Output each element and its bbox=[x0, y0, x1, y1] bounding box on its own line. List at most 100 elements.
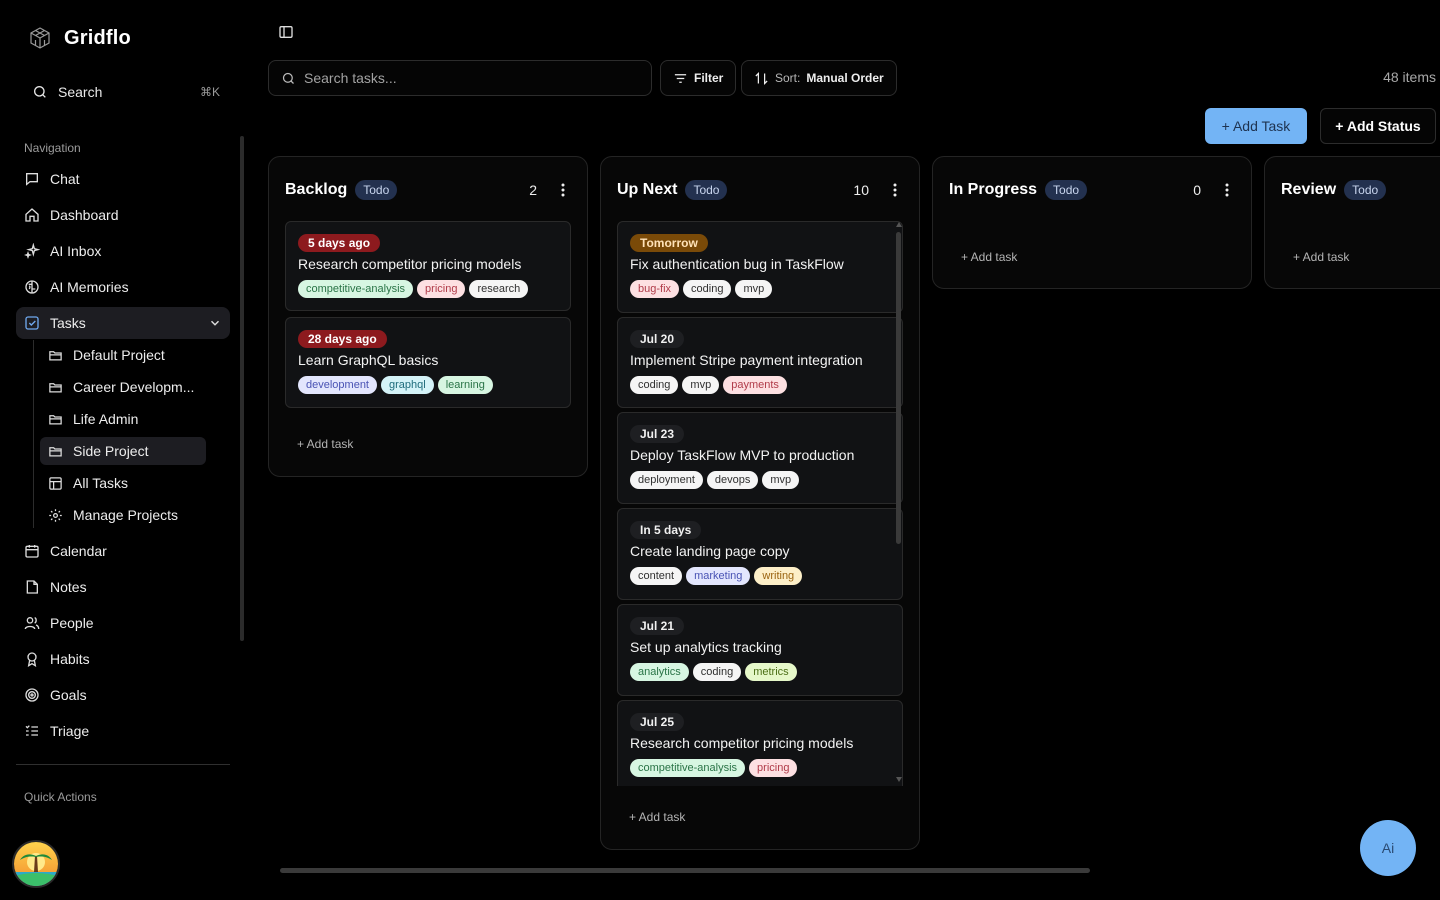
more-vertical-icon[interactable] bbox=[887, 183, 903, 197]
tag[interactable]: payments bbox=[723, 376, 787, 394]
sidebar-item-chat[interactable]: Chat bbox=[16, 163, 230, 195]
task-list[interactable]: Tomorrow Fix authentication bug in TaskF… bbox=[601, 221, 921, 786]
column-title: In Progress bbox=[949, 181, 1038, 198]
sidebar-toggle-icon[interactable] bbox=[278, 24, 294, 40]
sidebar-item-habits[interactable]: Habits bbox=[16, 643, 230, 675]
sidebar-item-goals[interactable]: Goals bbox=[16, 679, 230, 711]
brand[interactable]: Gridflo bbox=[28, 26, 131, 50]
sidebar-item-career-development[interactable]: Career Developm... bbox=[40, 373, 206, 401]
sidebar-subitem-label: Manage Projects bbox=[73, 507, 179, 523]
filter-button[interactable]: Filter bbox=[660, 60, 737, 96]
table-icon bbox=[48, 476, 63, 491]
sidebar-item-people[interactable]: People bbox=[16, 607, 230, 639]
sidebar-scrollbar[interactable] bbox=[240, 136, 244, 641]
tag[interactable]: deployment bbox=[630, 471, 703, 489]
add-task-link[interactable]: + Add task bbox=[1293, 250, 1349, 264]
tag[interactable]: mvp bbox=[735, 280, 773, 298]
tag[interactable]: coding bbox=[683, 280, 732, 298]
folder-icon bbox=[48, 380, 63, 395]
sidebar-item-tasks[interactable]: Tasks bbox=[16, 307, 230, 339]
sidebar-item-label: Goals bbox=[50, 687, 87, 703]
award-icon bbox=[24, 651, 40, 667]
status-badge[interactable]: Todo bbox=[685, 180, 728, 200]
tag[interactable]: competitive-analysis bbox=[630, 759, 746, 777]
tag[interactable]: research bbox=[469, 280, 529, 298]
add-status-button[interactable]: + Add Status bbox=[1320, 108, 1436, 144]
sidebar-item-notes[interactable]: Notes bbox=[16, 571, 230, 603]
add-task-link[interactable]: + Add task bbox=[297, 437, 353, 451]
tag[interactable]: writing bbox=[754, 567, 803, 585]
column-scrollbar[interactable] bbox=[896, 232, 901, 544]
tag[interactable]: pricing bbox=[749, 759, 798, 777]
column-count: 10 bbox=[853, 182, 869, 198]
chat-icon bbox=[24, 171, 40, 187]
task-card[interactable]: Tomorrow Fix authentication bug in TaskF… bbox=[617, 221, 903, 313]
add-task-link[interactable]: + Add task bbox=[961, 250, 1017, 264]
more-vertical-icon[interactable] bbox=[1219, 183, 1235, 197]
board-horizontal-scrollbar[interactable] bbox=[280, 868, 1090, 873]
tag[interactable]: analytics bbox=[630, 663, 689, 681]
task-card[interactable]: Jul 21 Set up analytics tracking analyti… bbox=[617, 604, 903, 696]
people-icon bbox=[24, 615, 40, 631]
sidebar-item-ai-memories[interactable]: AI Memories bbox=[16, 271, 230, 303]
folder-icon bbox=[48, 412, 63, 427]
items-count: 48 items bbox=[1383, 69, 1436, 85]
status-badge[interactable]: Todo bbox=[355, 180, 398, 200]
add-task-button[interactable]: + Add Task bbox=[1205, 108, 1307, 144]
task-card[interactable]: In 5 days Create landing page copy conte… bbox=[617, 508, 903, 600]
task-card[interactable]: Jul 23 Deploy TaskFlow MVP to production… bbox=[617, 412, 903, 504]
tag[interactable]: mvp bbox=[682, 376, 720, 394]
search-input[interactable] bbox=[304, 70, 624, 86]
sidebar-item-all-tasks[interactable]: All Tasks bbox=[40, 469, 206, 497]
tag[interactable]: pricing bbox=[417, 280, 466, 298]
scroll-up-arrow-icon[interactable] bbox=[896, 222, 902, 227]
sidebar-item-life-admin[interactable]: Life Admin bbox=[40, 405, 206, 433]
tag[interactable]: devops bbox=[706, 471, 759, 489]
sidebar-item-triage[interactable]: Triage bbox=[16, 715, 230, 747]
chevron-down-icon[interactable] bbox=[208, 316, 222, 330]
task-title: Implement Stripe payment integration bbox=[630, 352, 863, 368]
tag[interactable]: coding bbox=[630, 376, 679, 394]
column-review: Review Todo + Add task bbox=[1264, 156, 1440, 289]
tag[interactable]: bug-fix bbox=[630, 280, 680, 298]
tag[interactable]: mvp bbox=[762, 471, 800, 489]
tag[interactable]: development bbox=[298, 376, 377, 394]
sidebar-item-manage-projects[interactable]: Manage Projects bbox=[40, 501, 206, 529]
tag[interactable]: content bbox=[630, 567, 683, 585]
due-badge: Jul 21 bbox=[630, 617, 685, 635]
status-badge[interactable]: Todo bbox=[1344, 180, 1387, 200]
sidebar-item-ai-inbox[interactable]: AI Inbox bbox=[16, 235, 230, 267]
sidebar-item-side-project[interactable]: Side Project bbox=[40, 437, 206, 465]
note-icon bbox=[24, 579, 40, 595]
tag[interactable]: coding bbox=[692, 663, 742, 681]
tag[interactable]: graphql bbox=[381, 376, 434, 394]
search-icon bbox=[32, 84, 48, 100]
scroll-down-arrow-icon[interactable] bbox=[896, 777, 902, 782]
tag[interactable]: learning bbox=[437, 376, 493, 394]
avatar[interactable] bbox=[12, 840, 60, 888]
due-badge: 28 days ago bbox=[298, 330, 387, 348]
column-header: In Progress Todo 0 bbox=[949, 179, 1235, 201]
sidebar-subitem-label: Career Developm... bbox=[73, 379, 195, 395]
status-badge[interactable]: Todo bbox=[1045, 180, 1088, 200]
tag[interactable]: metrics bbox=[745, 663, 797, 681]
more-vertical-icon[interactable] bbox=[555, 183, 571, 197]
task-card[interactable]: Jul 20 Implement Stripe payment integrat… bbox=[617, 317, 903, 408]
add-task-link[interactable]: + Add task bbox=[629, 810, 685, 824]
task-search[interactable] bbox=[268, 60, 652, 96]
task-card[interactable]: 5 days ago Research competitor pricing m… bbox=[285, 221, 571, 311]
tag[interactable]: competitive-analysis bbox=[298, 280, 414, 298]
tree-line bbox=[33, 340, 34, 528]
sidebar-item-dashboard[interactable]: Dashboard bbox=[16, 199, 230, 231]
ai-assistant-button[interactable]: Ai bbox=[1360, 820, 1416, 876]
sidebar-item-default-project[interactable]: Default Project bbox=[40, 341, 206, 369]
column-in-progress: In Progress Todo 0 + Add task bbox=[932, 156, 1252, 289]
sort-button[interactable]: Sort: Manual Order bbox=[741, 60, 897, 96]
task-card[interactable]: Jul 25 Research competitor pricing model… bbox=[617, 700, 903, 786]
sidebar-item-calendar[interactable]: Calendar bbox=[16, 535, 230, 567]
sidebar-search[interactable]: Search ⌘K bbox=[20, 78, 232, 106]
task-card[interactable]: 28 days ago Learn GraphQL basics develop… bbox=[285, 317, 571, 408]
due-badge: Jul 20 bbox=[630, 330, 685, 348]
filter-icon bbox=[673, 71, 688, 86]
tag[interactable]: marketing bbox=[686, 567, 751, 585]
